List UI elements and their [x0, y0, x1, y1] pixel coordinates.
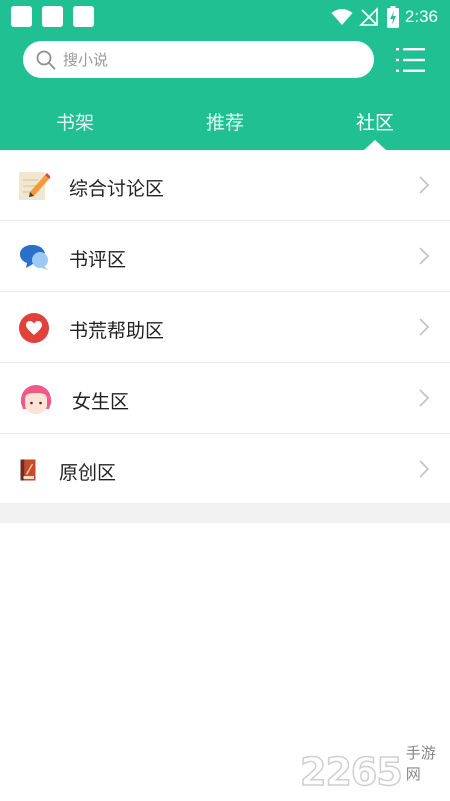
watermark-text: 手游网: [405, 744, 436, 783]
search-icon: [36, 50, 56, 70]
clock: 2:36: [404, 7, 438, 26]
chevron-right-icon: [419, 318, 430, 336]
no-signal-icon: [358, 7, 378, 26]
notification-square-icon: [42, 6, 63, 27]
community-list: 综合讨论区 书评区 书荒帮助区 女生区 原创区: [0, 150, 450, 505]
list-item-label: 书评区: [69, 249, 127, 271]
heart-icon: [19, 313, 49, 343]
list-item-female-zone[interactable]: 女生区: [0, 363, 450, 434]
chevron-right-icon: [419, 460, 430, 478]
menu-icon[interactable]: [396, 47, 426, 73]
chevron-right-icon: [419, 389, 430, 407]
status-bar: 2:36: [0, 0, 450, 34]
watermark: 2265 手游网: [299, 744, 450, 794]
section-separator: [0, 503, 450, 523]
list-item-label: 原创区: [59, 462, 117, 484]
search-placeholder: 搜小说: [63, 51, 109, 69]
list-item-original-works[interactable]: 原创区: [0, 434, 450, 505]
tab-bookshelf[interactable]: 书架: [35, 108, 115, 135]
chevron-right-icon: [419, 247, 430, 265]
active-tab-indicator: [364, 140, 386, 150]
list-item-label: 综合讨论区: [69, 178, 165, 200]
battery-charging-icon: [386, 6, 399, 28]
girl-face-icon: [20, 385, 52, 414]
notepad-pencil-icon: [19, 172, 50, 200]
chat-bubbles-icon: [20, 245, 48, 270]
tab-bar: 书架 推荐 社区: [0, 100, 450, 140]
top-header: 2:36 搜小说 书架 推荐 社区: [0, 0, 450, 150]
tab-community[interactable]: 社区: [335, 108, 415, 135]
book-icon: [20, 459, 36, 481]
status-icons: 2:36: [331, 5, 438, 29]
wifi-icon: [331, 9, 353, 25]
chevron-right-icon: [419, 176, 430, 194]
search-input[interactable]: 搜小说: [23, 41, 374, 78]
list-item-general-discussion[interactable]: 综合讨论区: [0, 150, 450, 221]
notification-square-icon: [11, 6, 32, 27]
list-item-book-shortage-help[interactable]: 书荒帮助区: [0, 292, 450, 363]
list-item-label: 书荒帮助区: [69, 320, 165, 342]
tab-recommend[interactable]: 推荐: [185, 108, 265, 135]
list-item-label: 女生区: [72, 391, 130, 413]
notification-square-icon: [73, 6, 94, 27]
watermark-number: 2265: [299, 750, 403, 794]
list-item-book-review[interactable]: 书评区: [0, 221, 450, 292]
